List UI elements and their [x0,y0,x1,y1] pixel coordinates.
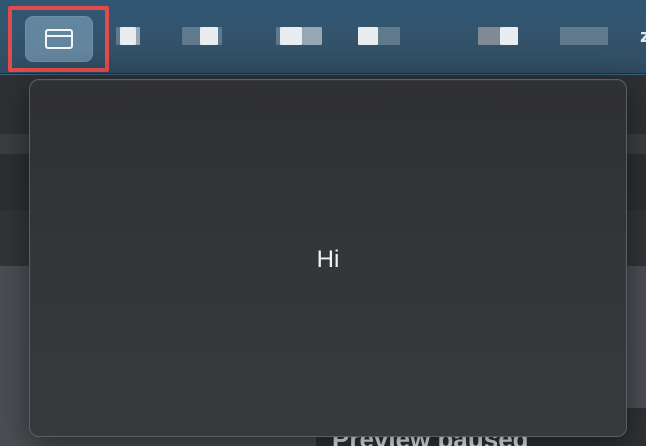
window-button[interactable] [25,16,93,62]
screen: Preview paused [0,0,646,446]
popover-window: Hi [29,79,627,437]
menu-item-blurred-1[interactable] [116,26,140,46]
highlighted-window-button[interactable] [8,6,109,72]
menu-item-blurred-5[interactable] [478,26,518,46]
menu-bar: z [0,0,646,75]
popover-message: Hi [316,246,340,273]
menu-item-blurred-4[interactable] [358,26,400,46]
menu-bar-trailing-text: z [640,26,646,47]
window-icon [45,29,73,49]
menu-item-blurred-6[interactable] [560,26,608,46]
menu-item-blurred-3[interactable] [276,26,322,46]
menu-item-blurred-2[interactable] [182,26,222,46]
